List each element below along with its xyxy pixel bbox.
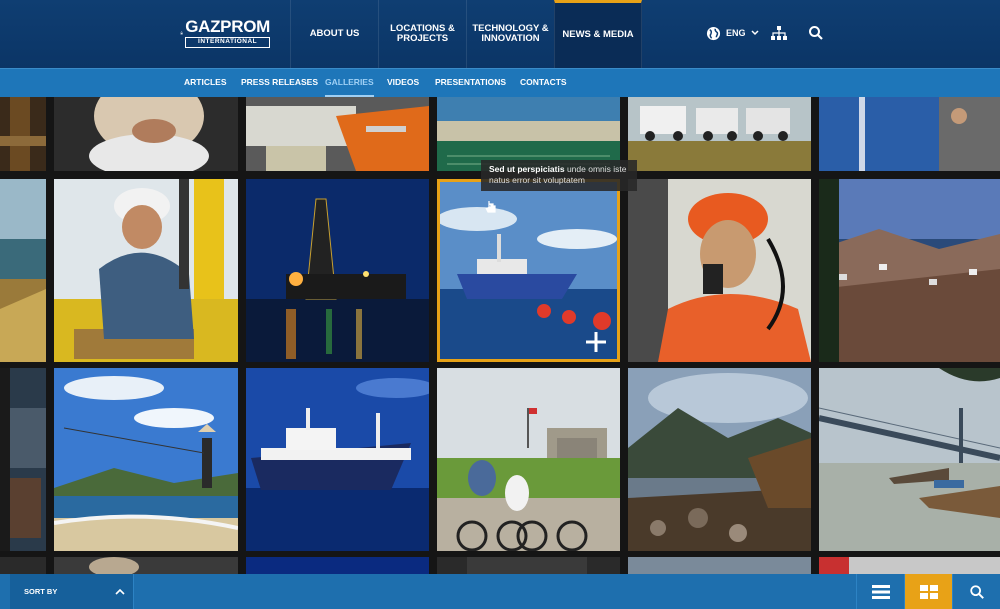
gallery-photo[interactable]	[819, 368, 1000, 551]
grid-view-button[interactable]	[904, 574, 953, 609]
nav-technology-innovation[interactable]: TECHNOLOGY & INNOVATION	[466, 0, 554, 68]
logo-name: GAZPROM	[185, 17, 270, 37]
chevron-up-icon	[115, 588, 125, 595]
gallery-photo[interactable]	[819, 557, 1000, 574]
sitemap-icon[interactable]	[770, 24, 788, 42]
subnav-contacts[interactable]: CONTACTS	[520, 69, 567, 97]
subnav-press-releases[interactable]: PRESS RELEASES	[241, 69, 318, 97]
gallery-photo[interactable]	[54, 557, 238, 574]
grid-view-icon	[920, 584, 938, 599]
gallery-photo[interactable]	[0, 557, 46, 574]
top-header: GAZPROM INTERNATIONAL ABOUT US LOCATIONS…	[0, 0, 1000, 68]
tooltip-title: Sed ut perspiciatis	[489, 164, 565, 174]
flame-icon	[180, 30, 183, 35]
gallery-photo[interactable]	[0, 96, 46, 171]
language-label: ENG	[726, 28, 746, 38]
gallery-photo[interactable]	[54, 96, 238, 171]
gallery-photo[interactable]	[628, 179, 811, 362]
gallery-photo[interactable]	[437, 557, 620, 574]
sort-by-label: SORT BY	[24, 587, 58, 596]
gallery-photo[interactable]	[819, 96, 1000, 171]
hand-cursor-icon	[485, 201, 496, 213]
gallery-photo[interactable]	[628, 368, 811, 551]
chevron-down-icon	[750, 30, 759, 36]
nav-about-us[interactable]: ABOUT US	[290, 0, 378, 68]
gallery-photo[interactable]	[0, 368, 46, 551]
subnav-presentations[interactable]: PRESENTATIONS	[435, 69, 506, 97]
bottom-search-button[interactable]	[952, 574, 1000, 609]
list-view-icon	[872, 584, 890, 599]
gallery-photo[interactable]	[628, 96, 811, 171]
gallery-photo[interactable]	[246, 368, 429, 551]
subnav-videos[interactable]: VIDEOS	[387, 69, 419, 97]
globe-icon	[706, 26, 721, 40]
expand-plus-icon[interactable]	[584, 330, 608, 354]
photo-tooltip: Sed ut perspiciatis unde omnis iste natu…	[481, 160, 637, 191]
main-navigation: ABOUT US LOCATIONS & PROJECTS TECHNOLOGY…	[290, 0, 642, 68]
gallery-photo[interactable]	[628, 557, 811, 574]
search-icon[interactable]	[807, 24, 825, 42]
list-view-button[interactable]	[856, 574, 905, 609]
gallery-photo[interactable]	[54, 368, 238, 551]
gallery-photo[interactable]	[246, 557, 429, 574]
gallery-photo[interactable]	[54, 179, 238, 362]
nav-news-media[interactable]: NEWS & MEDIA	[554, 0, 642, 68]
gallery-photo[interactable]	[819, 179, 1000, 362]
search-icon	[970, 584, 984, 599]
language-selector[interactable]: ENG	[706, 24, 759, 42]
gallery-photo[interactable]	[246, 179, 429, 362]
sub-navigation: ARTICLES PRESS RELEASES GALLERIES VIDEOS…	[0, 68, 1000, 97]
gallery-photo[interactable]	[0, 179, 46, 362]
subnav-galleries[interactable]: GALLERIES	[325, 69, 374, 97]
gallery-photo[interactable]	[246, 96, 429, 171]
gallery-photo[interactable]	[437, 368, 620, 551]
gazprom-logo[interactable]: GAZPROM INTERNATIONAL	[180, 12, 270, 54]
bottom-toolbar: SORT BY	[0, 574, 1000, 609]
nav-locations-projects[interactable]: LOCATIONS & PROJECTS	[378, 0, 466, 68]
logo-subtitle: INTERNATIONAL	[185, 37, 270, 48]
sort-by-dropdown[interactable]: SORT BY	[10, 574, 134, 609]
subnav-articles[interactable]: ARTICLES	[184, 69, 227, 97]
